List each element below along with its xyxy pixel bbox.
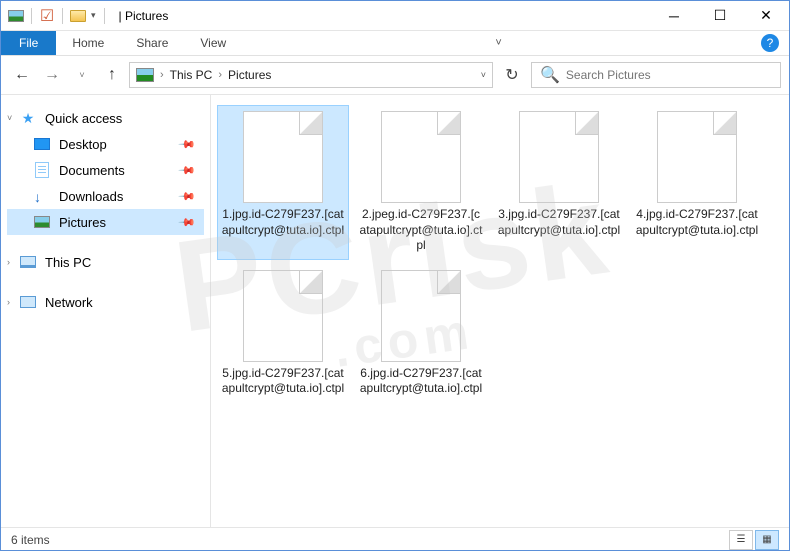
file-name-label: 6.jpg.id-C279F237.[catapultcrypt@tuta.io… bbox=[359, 366, 483, 397]
file-item[interactable]: 6.jpg.id-C279F237.[catapultcrypt@tuta.io… bbox=[355, 264, 487, 403]
nav-label: Pictures bbox=[59, 215, 106, 230]
window-title: | Pictures bbox=[119, 9, 169, 23]
nav-label: Downloads bbox=[59, 189, 123, 204]
nav-documents[interactable]: Documents 📌 bbox=[7, 157, 204, 183]
nav-network[interactable]: › Network bbox=[7, 289, 204, 315]
pictures-icon bbox=[33, 214, 51, 230]
address-dropdown-icon[interactable]: ˅ bbox=[475, 70, 486, 80]
nav-label: Desktop bbox=[59, 137, 107, 152]
star-icon: ★ bbox=[19, 110, 37, 126]
nav-this-pc[interactable]: › This PC bbox=[7, 249, 204, 275]
ribbon-tabs: File Home Share View ˅ ? bbox=[1, 31, 789, 56]
tab-home[interactable]: Home bbox=[56, 31, 120, 55]
downloads-icon bbox=[33, 188, 51, 204]
pin-icon: 📌 bbox=[178, 161, 197, 180]
file-name-label: 4.jpg.id-C279F237.[catapultcrypt@tuta.io… bbox=[635, 207, 759, 238]
chevron-down-icon[interactable]: ˅ bbox=[7, 113, 12, 123]
close-button[interactable]: ✕ bbox=[743, 1, 789, 31]
tab-share[interactable]: Share bbox=[120, 31, 184, 55]
pc-icon bbox=[19, 254, 37, 270]
nav-label: Network bbox=[45, 295, 93, 310]
breadcrumb-root[interactable]: This PC bbox=[170, 68, 213, 82]
nav-label: Quick access bbox=[45, 111, 122, 126]
refresh-button[interactable]: ↻ bbox=[497, 62, 527, 88]
pin-icon: 📌 bbox=[178, 135, 197, 154]
nav-desktop[interactable]: Desktop 📌 bbox=[7, 131, 204, 157]
help-icon[interactable]: ? bbox=[761, 31, 779, 55]
qat-newfolder-icon[interactable] bbox=[69, 7, 87, 25]
nav-quick-access[interactable]: ˅ ★ Quick access bbox=[7, 105, 204, 131]
documents-icon bbox=[33, 162, 51, 178]
file-name-label: 1.jpg.id-C279F237.[catapultcrypt@tuta.io… bbox=[221, 207, 345, 238]
search-icon: 🔍 bbox=[540, 65, 560, 85]
recent-locations-button[interactable]: ˅ bbox=[69, 62, 95, 88]
file-item[interactable]: 5.jpg.id-C279F237.[catapultcrypt@tuta.io… bbox=[217, 264, 349, 403]
explorer-icon bbox=[7, 7, 25, 25]
file-item[interactable]: 3.jpg.id-C279F237.[catapultcrypt@tuta.io… bbox=[493, 105, 625, 260]
qat-properties-icon[interactable]: ☑ bbox=[38, 7, 56, 25]
address-bar[interactable]: › This PC › Pictures ˅ bbox=[129, 62, 493, 88]
view-large-icons-button[interactable]: ▦ bbox=[755, 530, 779, 550]
nav-label: This PC bbox=[45, 255, 91, 270]
file-thumbnail bbox=[381, 111, 461, 203]
file-item[interactable]: 1.jpg.id-C279F237.[catapultcrypt@tuta.io… bbox=[217, 105, 349, 260]
search-input[interactable] bbox=[566, 68, 772, 82]
content-pane[interactable]: 1.jpg.id-C279F237.[catapultcrypt@tuta.io… bbox=[211, 95, 789, 527]
chevron-right-icon[interactable]: › bbox=[218, 69, 222, 81]
forward-button[interactable]: → bbox=[39, 62, 65, 88]
ribbon-toggle-icon[interactable]: ˅ bbox=[495, 31, 501, 55]
search-box[interactable]: 🔍 bbox=[531, 62, 781, 88]
tab-view[interactable]: View bbox=[184, 31, 242, 55]
view-details-button[interactable]: ☰ bbox=[729, 530, 753, 550]
tab-file[interactable]: File bbox=[1, 31, 56, 55]
up-button[interactable]: ↑ bbox=[99, 62, 125, 88]
file-item[interactable]: 2.jpeg.id-C279F237.[catapultcrypt@tuta.i… bbox=[355, 105, 487, 260]
navigation-pane: ˅ ★ Quick access Desktop 📌 Documents 📌 D… bbox=[1, 95, 211, 527]
back-button[interactable]: ← bbox=[9, 62, 35, 88]
status-item-count: 6 items bbox=[11, 533, 50, 547]
network-icon bbox=[19, 294, 37, 310]
nav-label: Documents bbox=[59, 163, 125, 178]
chevron-right-icon[interactable]: › bbox=[7, 257, 10, 267]
minimize-button[interactable]: ─ bbox=[651, 1, 697, 31]
chevron-right-icon[interactable]: › bbox=[7, 297, 10, 307]
chevron-right-icon[interactable]: › bbox=[160, 69, 164, 81]
pin-icon: 📌 bbox=[178, 187, 197, 206]
nav-downloads[interactable]: Downloads 📌 bbox=[7, 183, 204, 209]
file-thumbnail bbox=[381, 270, 461, 362]
file-name-label: 3.jpg.id-C279F237.[catapultcrypt@tuta.io… bbox=[497, 207, 621, 238]
file-thumbnail bbox=[519, 111, 599, 203]
breadcrumb-current[interactable]: Pictures bbox=[228, 68, 271, 82]
nav-pictures[interactable]: Pictures 📌 bbox=[7, 209, 204, 235]
address-row: ← → ˅ ↑ › This PC › Pictures ˅ ↻ 🔍 bbox=[1, 56, 789, 94]
file-thumbnail bbox=[657, 111, 737, 203]
file-thumbnail bbox=[243, 270, 323, 362]
maximize-button[interactable]: ☐ bbox=[697, 1, 743, 31]
status-bar: 6 items ☰ ▦ bbox=[1, 527, 789, 551]
desktop-icon bbox=[33, 136, 51, 152]
file-item[interactable]: 4.jpg.id-C279F237.[catapultcrypt@tuta.io… bbox=[631, 105, 763, 260]
pin-icon: 📌 bbox=[178, 213, 197, 232]
file-thumbnail bbox=[243, 111, 323, 203]
file-name-label: 2.jpeg.id-C279F237.[catapultcrypt@tuta.i… bbox=[359, 207, 483, 254]
file-name-label: 5.jpg.id-C279F237.[catapultcrypt@tuta.io… bbox=[221, 366, 345, 397]
location-icon bbox=[136, 68, 154, 82]
titlebar: ☑ ▾ | Pictures ─ ☐ ✕ bbox=[1, 1, 789, 31]
